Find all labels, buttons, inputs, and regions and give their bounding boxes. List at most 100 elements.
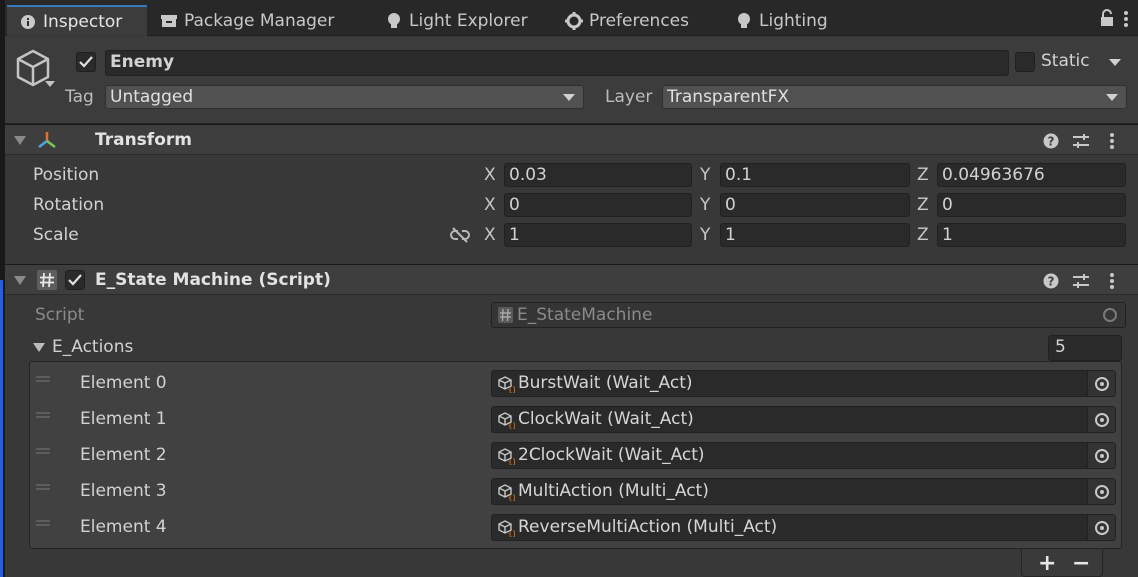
drag-handle-icon[interactable] <box>36 376 50 382</box>
svg-text:{}: {} <box>508 530 515 537</box>
transform-header[interactable]: Transform ? <box>5 124 1138 155</box>
axis-y-label: Y <box>700 195 711 215</box>
script-reference-field: E_StateMachine <box>491 302 1126 328</box>
tag-label: Tag <box>65 87 94 107</box>
object-picker-icon <box>1094 520 1109 535</box>
info-icon <box>19 13 37 31</box>
component-enabled-checkbox[interactable] <box>65 270 85 290</box>
gear-icon <box>565 11 583 30</box>
object-picker-button[interactable] <box>1087 443 1115 468</box>
drag-handle-icon[interactable] <box>36 520 50 526</box>
scriptable-object-icon: {} <box>498 448 516 466</box>
static-checkbox[interactable] <box>1015 52 1035 72</box>
object-picker-button[interactable] <box>1087 515 1115 540</box>
rotation-y-field[interactable]: 0 <box>720 193 910 217</box>
add-element-button[interactable]: + <box>1038 551 1056 576</box>
element-object-field[interactable]: {} ReverseMultiAction (Multi_Act) <box>491 514 1116 541</box>
constrain-proportions-icon[interactable] <box>450 227 470 243</box>
lightbulb-icon <box>385 12 403 30</box>
presets-icon[interactable] <box>1072 132 1090 150</box>
help-icon[interactable]: ? <box>1042 272 1060 290</box>
element-value: ReverseMultiAction (Multi_Act) <box>518 517 778 537</box>
lightbulb-icon <box>735 12 753 30</box>
object-picker-icon <box>1103 308 1117 322</box>
svg-text:{}: {} <box>508 458 515 465</box>
gameobject-active-checkbox[interactable] <box>76 52 96 72</box>
lock-icon[interactable] <box>1100 9 1114 27</box>
position-y-field[interactable]: 0.1 <box>720 163 910 187</box>
tag-dropdown[interactable]: Untagged <box>105 85 584 109</box>
axis-x-label: X <box>484 165 496 185</box>
scriptable-object-icon: {} <box>498 484 516 502</box>
element-object-field[interactable]: {} 2ClockWait (Wait_Act) <box>491 442 1116 469</box>
script-component-header[interactable]: E_State Machine (Script) ? <box>5 264 1138 295</box>
foldout-arrow-icon[interactable] <box>14 136 26 145</box>
axis-z-label: Z <box>917 225 929 245</box>
remove-element-button[interactable]: − <box>1072 551 1090 576</box>
kebab-menu-icon[interactable] <box>1103 272 1121 290</box>
scale-x-field[interactable]: 1 <box>504 223 692 247</box>
axis-x-label: X <box>484 195 496 215</box>
layer-dropdown[interactable]: TransparentFX <box>662 85 1127 109</box>
rotation-label: Rotation <box>33 195 105 215</box>
scriptable-object-icon: {} <box>498 412 516 430</box>
foldout-arrow-icon[interactable] <box>14 276 26 285</box>
list-label[interactable]: E_Actions <box>52 337 133 357</box>
object-picker-button[interactable] <box>1087 407 1115 432</box>
script-label: Script <box>35 305 85 325</box>
gameobject-name-field[interactable]: Enemy <box>105 50 1009 76</box>
axis-y-label: Y <box>700 165 711 185</box>
transform-icon <box>37 130 57 150</box>
chevron-down-icon <box>1106 94 1118 101</box>
tab-label: Inspector <box>43 11 123 32</box>
help-icon[interactable]: ? <box>1042 132 1060 150</box>
svg-text:?: ? <box>1048 275 1055 289</box>
rotation-x-field[interactable]: 0 <box>504 193 692 217</box>
list-size-field[interactable]: 5 <box>1048 335 1122 361</box>
scriptable-object-icon: {} <box>498 376 516 394</box>
kebab-menu-icon[interactable] <box>1103 132 1121 150</box>
object-picker-button[interactable] <box>1087 371 1115 396</box>
kebab-menu-icon[interactable] <box>1123 11 1137 27</box>
element-label: Element 4 <box>80 517 167 537</box>
element-object-field[interactable]: {} MultiAction (Multi_Act) <box>491 478 1116 505</box>
component-title: E_State Machine (Script) <box>95 270 331 290</box>
rotation-z-field[interactable]: 0 <box>937 193 1126 217</box>
object-picker-icon <box>1094 448 1109 463</box>
axis-x-label: X <box>484 225 496 245</box>
component-title: Transform <box>95 130 192 150</box>
element-object-field[interactable]: {} BurstWait (Wait_Act) <box>491 370 1116 397</box>
foldout-arrow-icon[interactable] <box>33 343 45 352</box>
svg-text:{}: {} <box>508 386 515 393</box>
drag-handle-icon[interactable] <box>36 484 50 490</box>
layer-value: TransparentFX <box>667 87 790 107</box>
tab-preferences[interactable]: Preferences <box>565 5 689 36</box>
scale-z-field[interactable]: 1 <box>937 223 1126 247</box>
position-x-field[interactable]: 0.03 <box>504 163 692 187</box>
axis-z-label: Z <box>917 195 929 215</box>
object-picker-icon <box>1094 376 1109 391</box>
axis-y-label: Y <box>700 225 711 245</box>
drag-handle-icon[interactable] <box>36 412 50 418</box>
static-dropdown-arrow-icon[interactable] <box>1109 59 1121 66</box>
element-label: Element 1 <box>80 409 167 429</box>
drag-handle-icon[interactable] <box>36 448 50 454</box>
presets-icon[interactable] <box>1072 272 1090 290</box>
scale-label: Scale <box>33 225 79 245</box>
tab-label: Light Explorer <box>409 10 528 31</box>
scale-y-field[interactable]: 1 <box>720 223 910 247</box>
position-label: Position <box>33 165 100 185</box>
tab-lighting[interactable]: Lighting <box>735 5 828 36</box>
chevron-down-icon[interactable] <box>45 81 55 87</box>
script-icon <box>498 307 513 323</box>
element-object-field[interactable]: {} ClockWait (Wait_Act) <box>491 406 1116 433</box>
chevron-down-icon <box>563 94 575 101</box>
tab-label: Preferences <box>589 10 689 31</box>
position-z-field[interactable]: 0.04963676 <box>937 163 1126 187</box>
tab-inspector[interactable]: Inspector <box>7 5 147 36</box>
tab-light-explorer[interactable]: Light Explorer <box>385 5 528 36</box>
tab-label: Lighting <box>759 10 828 31</box>
object-picker-button[interactable] <box>1087 479 1115 504</box>
tab-package-manager[interactable]: Package Manager <box>160 5 334 36</box>
tab-label: Package Manager <box>184 10 335 31</box>
